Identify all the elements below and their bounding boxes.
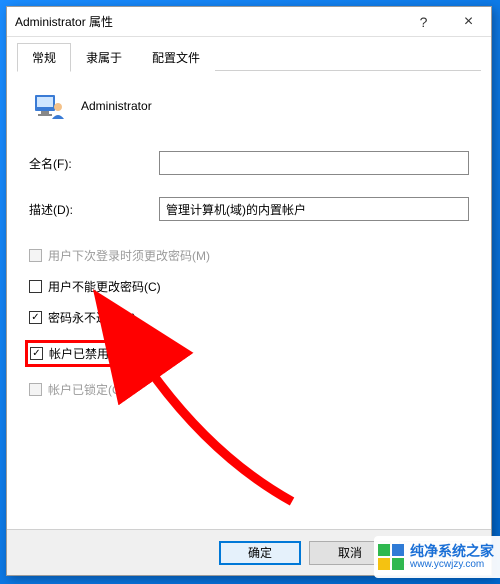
cancel-label: 取消 — [338, 544, 362, 561]
checkbox-icon — [29, 280, 42, 293]
description-row: 描述(D): — [29, 197, 469, 221]
ok-label: 确定 — [248, 544, 272, 561]
check-label: 帐户已锁定(O) — [48, 381, 125, 398]
user-name: Administrator — [81, 99, 152, 113]
checkbox-group: 用户下次登录时须更改密码(M) 用户不能更改密码(C) ✓ 密码永不过期(P) … — [29, 247, 469, 398]
description-label: 描述(D): — [29, 201, 149, 218]
check-label: 密码永不过期(P) — [48, 309, 136, 326]
watermark-url: www.ycwjzy.com — [410, 559, 494, 571]
close-icon: × — [464, 13, 473, 31]
watermark: 纯净系统之家 www.ycwjzy.com — [374, 536, 500, 578]
tab-strip: 常规 隶属于 配置文件 — [7, 37, 491, 71]
checkbox-icon: ✓ — [29, 311, 42, 324]
watermark-logo-icon — [378, 544, 404, 570]
tab-memberof[interactable]: 隶属于 — [71, 43, 137, 71]
close-button[interactable]: × — [446, 7, 491, 37]
help-button[interactable]: ? — [401, 7, 446, 37]
watermark-text: 纯净系统之家 www.ycwjzy.com — [410, 543, 494, 572]
tab-general[interactable]: 常规 — [17, 43, 71, 72]
check-pw-never-expires[interactable]: ✓ 密码永不过期(P) — [29, 309, 469, 326]
tab-content: Administrator 全名(F): 描述(D): 用户下次登录时须更改密码… — [7, 71, 491, 529]
window-title: Administrator 属性 — [15, 13, 401, 30]
check-label: 用户不能更改密码(C) — [48, 278, 161, 295]
checkbox-icon — [29, 249, 42, 262]
titlebar: Administrator 属性 ? × — [7, 7, 491, 37]
tab-profile-label: 配置文件 — [152, 51, 200, 65]
checkbox-icon[interactable]: ✓ — [30, 347, 43, 360]
properties-dialog: Administrator 属性 ? × 常规 隶属于 配置文件 Adminis… — [6, 6, 492, 576]
user-header: Administrator — [29, 89, 469, 123]
tab-general-label: 常规 — [32, 51, 56, 65]
help-icon: ? — [420, 14, 428, 30]
tab-memberof-label: 隶属于 — [86, 51, 122, 65]
check-account-locked: 帐户已锁定(O) — [29, 381, 469, 398]
description-input[interactable] — [159, 197, 469, 221]
check-label: 用户下次登录时须更改密码(M) — [48, 247, 210, 264]
user-icon — [33, 89, 67, 123]
fullname-label: 全名(F): — [29, 155, 149, 172]
checkbox-icon — [29, 383, 42, 396]
tab-profile[interactable]: 配置文件 — [137, 43, 215, 71]
watermark-name: 纯净系统之家 — [410, 543, 494, 560]
fullname-row: 全名(F): — [29, 151, 469, 175]
check-label: 帐户已禁用(B) — [49, 345, 125, 362]
ok-button[interactable]: 确定 — [219, 541, 301, 565]
highlight-box: ✓ 帐户已禁用(B) — [25, 340, 134, 367]
fullname-input[interactable] — [159, 151, 469, 175]
check-account-disabled-row: ✓ 帐户已禁用(B) — [29, 340, 469, 367]
check-must-change-pw: 用户下次登录时须更改密码(M) — [29, 247, 469, 264]
check-cannot-change-pw[interactable]: 用户不能更改密码(C) — [29, 278, 469, 295]
